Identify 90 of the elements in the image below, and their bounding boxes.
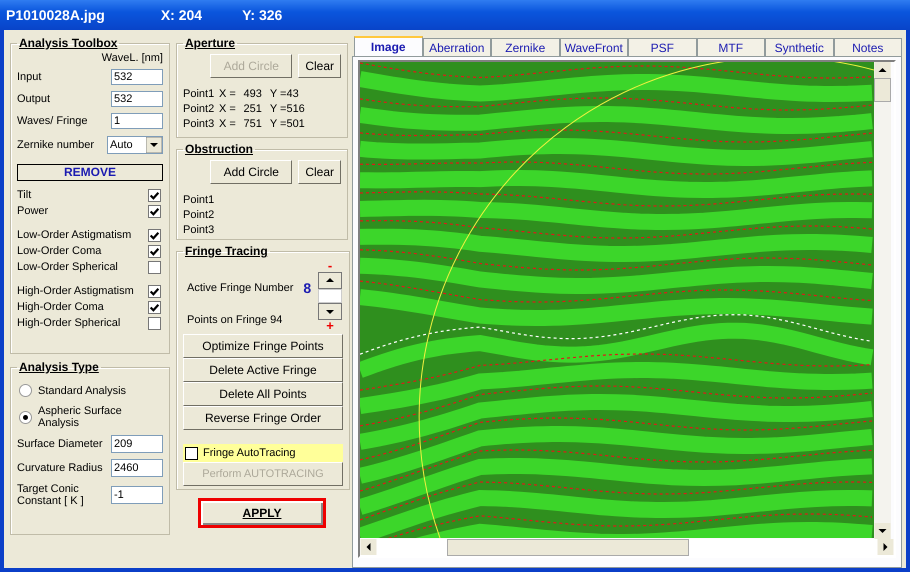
active-fringe-value: 8 xyxy=(303,280,312,296)
input-field[interactable]: 532 xyxy=(111,69,163,85)
group-title: Analysis Toolbox xyxy=(18,36,118,50)
field-label: Surface Diameter xyxy=(17,438,104,450)
remove-header: REMOVE xyxy=(17,164,163,181)
radio-button[interactable] xyxy=(19,384,32,397)
x-value: 251 xyxy=(242,102,262,114)
group-title: Aperture xyxy=(184,36,236,50)
input-field[interactable]: 1 xyxy=(111,113,163,129)
point-label: Point2 xyxy=(183,102,215,114)
field-label: Waves/ Fringe xyxy=(17,115,88,127)
up-arrow-button[interactable] xyxy=(318,272,342,289)
checkbox-label: Low-Order Coma xyxy=(17,245,102,257)
checkbox[interactable] xyxy=(148,284,161,298)
tab[interactable]: PSF xyxy=(628,38,696,56)
field-label: Output xyxy=(17,93,50,105)
x-value: 751 xyxy=(242,118,262,130)
scroll-track[interactable] xyxy=(318,289,342,303)
checkbox[interactable] xyxy=(148,260,161,274)
checkbox-label: Low-Order Spherical xyxy=(17,261,118,273)
input-field[interactable]: 2460 xyxy=(111,459,163,477)
checkbox-label: High-Order Spherical xyxy=(17,317,120,329)
input-field[interactable]: 209 xyxy=(111,435,163,453)
input-field[interactable]: 532 xyxy=(111,91,163,107)
tab[interactable]: Image xyxy=(354,36,422,56)
zernike-dropdown[interactable]: Auto xyxy=(107,136,163,154)
y-coordinate: Y: 326 xyxy=(242,7,282,23)
field-label: Zernike number xyxy=(17,139,94,151)
action-button[interactable]: Reverse Fringe Order xyxy=(183,406,343,430)
checkbox[interactable] xyxy=(185,446,198,460)
checkbox[interactable] xyxy=(148,204,161,218)
points-count: Points on Fringe 94 xyxy=(187,314,284,326)
checkbox-label: Tilt xyxy=(17,189,32,201)
dropdown-arrow-icon[interactable] xyxy=(146,137,162,153)
action-button[interactable]: Delete All Points xyxy=(183,382,343,406)
window-title: P1010028A.jpg xyxy=(6,7,105,23)
column-header: WaveL. [nm] xyxy=(100,52,163,64)
y-value: Y =501 xyxy=(270,118,305,130)
x-label: X = xyxy=(219,102,236,114)
x-value: 493 xyxy=(242,88,262,100)
point-label: Point1 xyxy=(183,194,214,206)
checkbox-label: Power xyxy=(17,205,48,217)
apply-button[interactable]: APPLY xyxy=(198,498,326,528)
checkbox[interactable] xyxy=(148,316,161,330)
scroll-thumb[interactable] xyxy=(874,78,891,102)
checkbox-label: High-Order Coma xyxy=(17,301,104,313)
x-coordinate: X: 204 xyxy=(160,7,202,23)
tab[interactable]: Synthetic xyxy=(765,38,834,56)
down-arrow-button[interactable] xyxy=(318,303,342,320)
field-label: Target Conic Constant [ K ] xyxy=(17,483,85,507)
tab[interactable]: Zernike xyxy=(491,38,560,56)
checkbox-label: Fringe AutoTracing xyxy=(203,447,296,459)
action-button[interactable]: Optimize Fringe Points xyxy=(183,334,343,358)
horizontal-scrollbar[interactable] xyxy=(360,539,894,556)
point-label: Point2 xyxy=(183,208,214,220)
tab[interactable]: Aberration xyxy=(422,38,491,56)
y-value: Y =516 xyxy=(270,102,305,114)
y-value: Y =43 xyxy=(270,88,299,100)
field-label: Active Fringe Number xyxy=(187,282,294,294)
point-label: Point3 xyxy=(183,118,215,130)
field-label: Curvature Radius xyxy=(17,462,104,474)
radio-label: Aspheric Surface Analysis xyxy=(38,405,123,429)
group-title: Analysis Type xyxy=(18,360,100,374)
add-circle-button[interactable]: Add Circle xyxy=(210,160,292,184)
action-button[interactable]: Delete Active Fringe xyxy=(183,358,343,382)
radio-button[interactable] xyxy=(19,410,32,424)
checkbox-label: Low-Order Astigmatism xyxy=(17,229,132,241)
plus-sign: + xyxy=(326,320,334,332)
field-label: Input xyxy=(17,71,42,83)
scroll-thumb[interactable] xyxy=(447,539,689,556)
checkbox[interactable] xyxy=(148,228,161,242)
tab[interactable]: WaveFront xyxy=(560,38,628,56)
checkbox[interactable] xyxy=(148,188,161,202)
checkbox[interactable] xyxy=(148,244,161,258)
x-label: X = xyxy=(219,118,236,130)
vertical-scrollbar[interactable] xyxy=(874,62,891,539)
clear-button[interactable]: Clear xyxy=(298,54,341,78)
radio-label: Standard Analysis xyxy=(38,384,128,396)
tab[interactable]: MTF xyxy=(696,38,765,56)
tab[interactable]: Notes xyxy=(834,38,902,56)
checkbox[interactable] xyxy=(148,300,161,314)
group-title: Obstruction xyxy=(184,142,254,156)
minus-sign: - xyxy=(328,260,332,272)
group-title: Fringe Tracing xyxy=(184,244,269,258)
point-label: Point3 xyxy=(183,224,214,236)
point-label: Point1 xyxy=(183,88,215,100)
clear-button[interactable]: Clear xyxy=(298,160,341,184)
input-field[interactable]: -1 xyxy=(111,486,163,504)
checkbox-label: High-Order Astigmatism xyxy=(17,285,134,297)
x-label: X = xyxy=(219,88,236,100)
